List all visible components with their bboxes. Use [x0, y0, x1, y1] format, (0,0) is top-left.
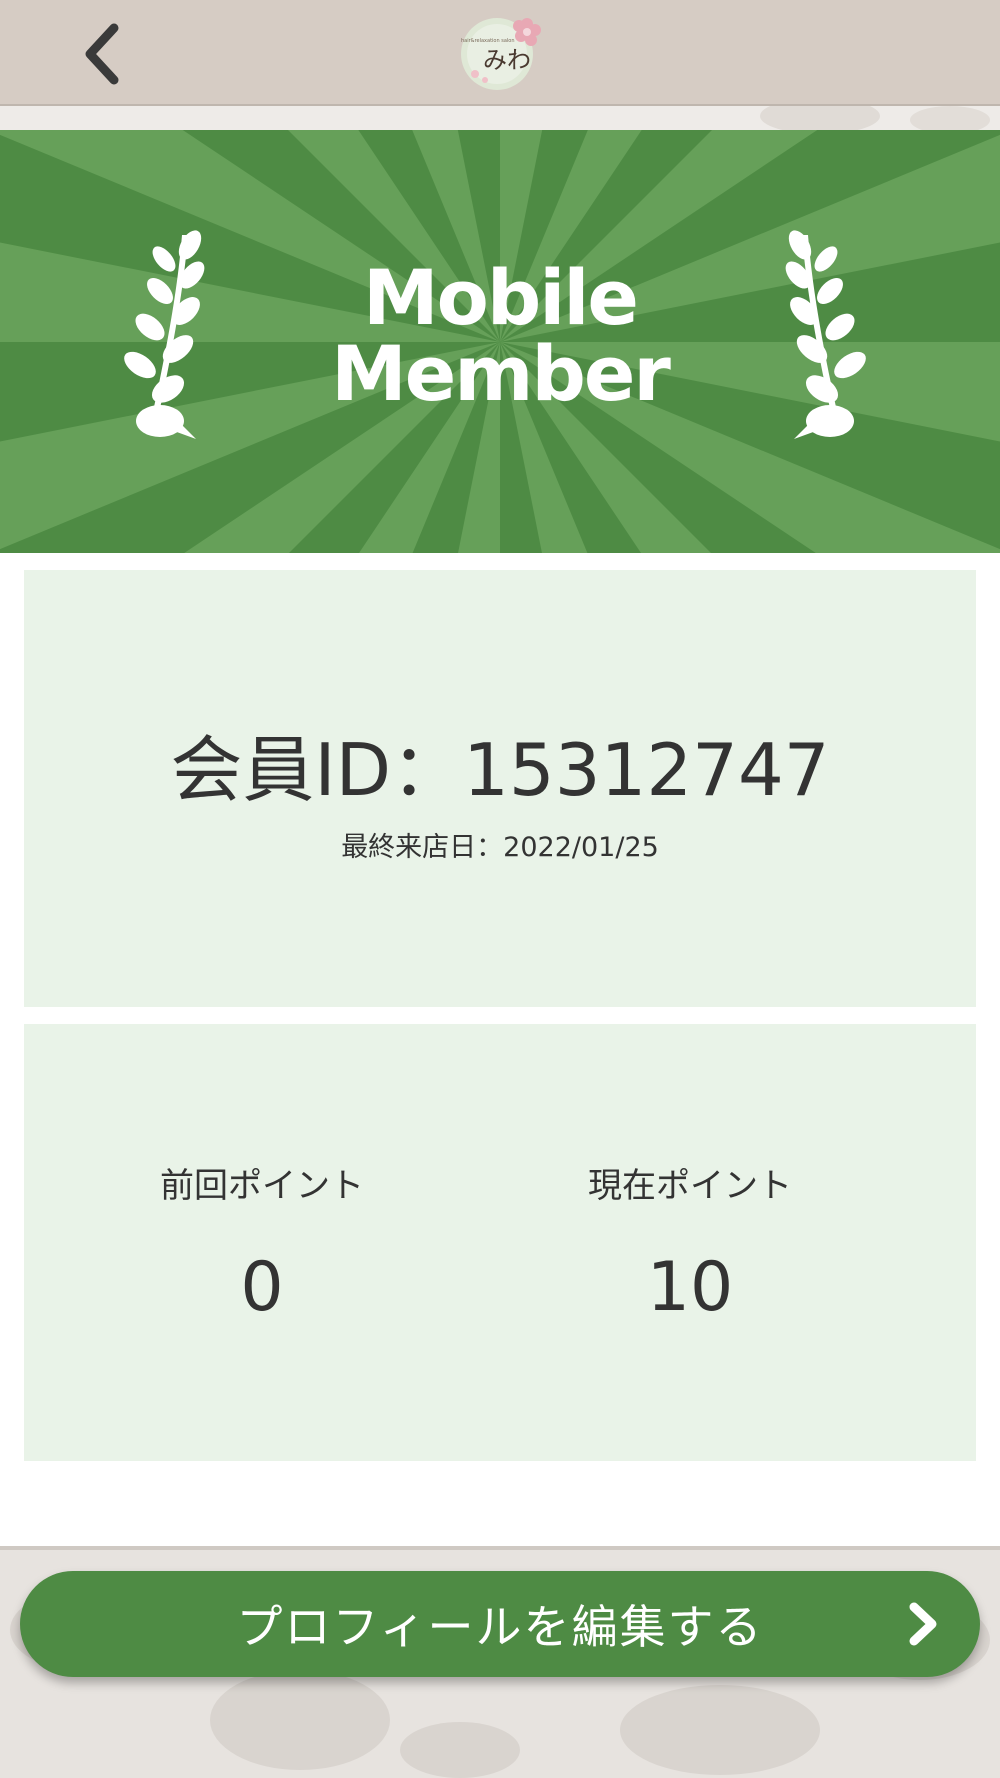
banner-title-line1: Mobile — [363, 253, 639, 342]
member-info-card: 会員ID：15312747 最終来店日：2022/01/25 — [24, 570, 976, 1007]
banner-title-line2: Member — [331, 329, 671, 418]
points-card: 前回ポイント 0 現在ポイント 10 — [24, 1024, 976, 1461]
previous-points-label: 前回ポイント — [160, 1166, 364, 1206]
header-bar: hair&relaxation salon みわ — [0, 0, 1000, 106]
previous-points: 前回ポイント 0 — [24, 1164, 500, 1328]
edit-profile-button[interactable]: プロフィールを編集する — [20, 1571, 980, 1677]
current-points-label: 現在ポイント — [588, 1166, 792, 1206]
previous-points-value: 0 — [240, 1248, 284, 1327]
salon-logo[interactable]: hair&relaxation salon みわ — [455, 10, 545, 96]
svg-text:hair&relaxation salon: hair&relaxation salon — [461, 38, 515, 44]
banner-title: Mobile Member — [0, 260, 1000, 412]
chevron-left-icon — [85, 23, 119, 85]
current-points: 現在ポイント 10 — [452, 1164, 928, 1328]
chevron-right-icon — [909, 1602, 937, 1646]
edit-profile-label: プロフィールを編集する — [236, 1600, 764, 1654]
back-button[interactable] — [62, 14, 142, 94]
last-visit-date: 最終来店日：2022/01/25 — [341, 832, 659, 863]
current-points-value: 10 — [646, 1248, 734, 1327]
mobile-member-banner: Mobile Member — [0, 130, 1000, 553]
svg-text:みわ: みわ — [483, 46, 531, 74]
member-id: 会員ID：15312747 — [170, 728, 830, 812]
header-texture — [0, 106, 1000, 130]
